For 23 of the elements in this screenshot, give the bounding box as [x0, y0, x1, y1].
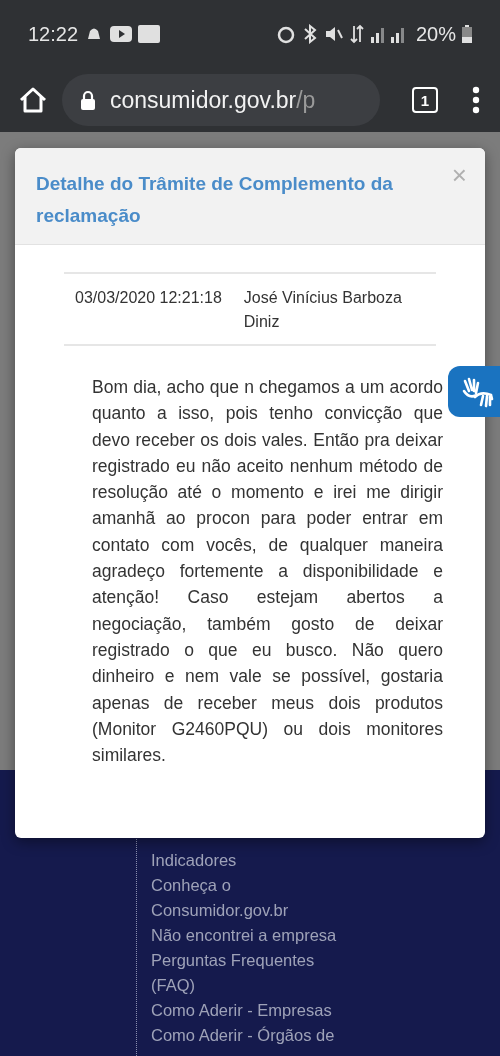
- sign-language-button[interactable]: [448, 366, 500, 417]
- data-arrows-icon: [349, 24, 364, 44]
- dialog-title: Detalhe do Trâmite de Complemento da reclamação: [36, 172, 394, 228]
- footer-link[interactable]: Como Aderir - Órgãos de: [151, 1023, 361, 1048]
- url-text: consumidor.gov.br/p: [110, 86, 316, 114]
- home-icon[interactable]: [18, 86, 48, 114]
- battery-icon: [462, 25, 472, 43]
- message-text: Bom dia, acho que n chegamos a um acordo quanto a isso, pois tenho convicção que devo receber os dois vales. Então pra deixar registrado eu não aceito nenhum método de resolução até o momento e irei me dirigir amanhã ao procon para poder entrar em contato com vocês, de qualquer maneira agradeço fortemente a disponibilidade e atenção! Caso estejam abertos a negociação, também gosto de deixar registrado o que eu busco. Não quero dinheiro e nem vale se possível, gostaria apenas de receber meus dois produtos (Monitor G2460PQU) ou dois monitores similares.: [92, 376, 443, 768]
- battery-percent: 20%: [415, 22, 456, 46]
- lock-icon: [80, 90, 96, 110]
- clock-time: 12:22: [28, 22, 79, 46]
- tab-count-button[interactable]: 1: [412, 87, 438, 113]
- play-icon: [110, 26, 133, 42]
- footer-link[interactable]: Não encontrei a empresa: [151, 923, 361, 948]
- footer-link[interactable]: Perguntas Frequentes (FAQ): [151, 948, 361, 998]
- footer-link[interactable]: Conheça o Consumidor.gov.br: [151, 873, 361, 923]
- footer-link[interactable]: Indicadores: [151, 848, 361, 873]
- more-menu-icon[interactable]: [470, 86, 482, 114]
- footer-link[interactable]: Como Aderir - Empresas: [151, 998, 361, 1023]
- author-name: José Vinícius Barboza Diniz: [243, 288, 403, 332]
- date-time: 03/03/2020 12:21:18: [75, 288, 222, 308]
- mute-icon: [323, 24, 344, 44]
- address-bar[interactable]: consumidor.gov.br/p: [62, 74, 380, 126]
